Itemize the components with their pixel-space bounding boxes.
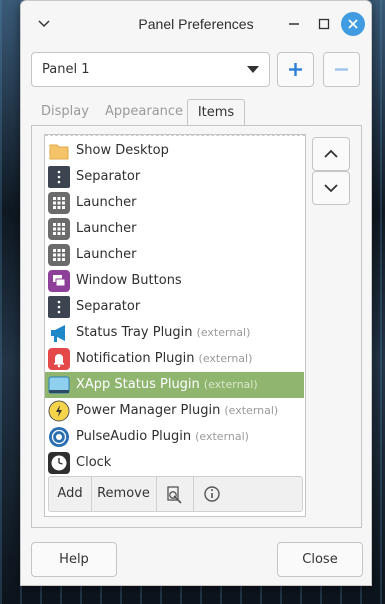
power-icon [48, 400, 70, 422]
move-up-button[interactable] [312, 137, 350, 171]
window-buttons-icon [48, 270, 70, 292]
bell-icon [48, 348, 70, 370]
list-item-label: Power Manager Plugin [76, 403, 221, 418]
list-item[interactable]: PulseAudio Plugin (external) [45, 424, 304, 450]
titlebar: Panel Preferences [21, 1, 371, 47]
remove-item-button[interactable]: Remove [91, 477, 157, 511]
items-tab-panel: Show Desktop Separator Launcher Launcher Lau… [31, 125, 362, 528]
list-item-label: Status Tray Plugin [76, 325, 193, 340]
chevron-up-icon [324, 149, 338, 158]
list-item[interactable]: Clock [45, 450, 304, 476]
list-item-external-tag: (external) [198, 352, 253, 365]
info-icon [204, 486, 220, 502]
list-item[interactable]: Launcher [45, 190, 304, 216]
items-toolbar: Add Remove [48, 476, 303, 512]
list-item[interactable]: Separator [45, 164, 304, 190]
list-item-label: Separator [76, 299, 141, 314]
list-item[interactable]: Window Buttons [45, 268, 304, 294]
separator-icon [48, 166, 70, 188]
minus-icon [335, 68, 348, 71]
list-item-label: Separator [76, 169, 141, 184]
list-item-label: Notification Plugin [76, 351, 195, 366]
launcher-icon [48, 192, 70, 214]
list-item-label: PulseAudio Plugin [76, 429, 192, 444]
chevron-down-icon [324, 184, 338, 193]
maximize-button[interactable] [313, 13, 335, 35]
list-item[interactable]: Launcher [45, 216, 304, 242]
minimize-button[interactable] [283, 13, 305, 35]
list-item[interactable]: XApp Status Plugin (external) [45, 372, 304, 398]
maximize-icon [318, 18, 330, 30]
edit-item-button[interactable] [156, 477, 194, 511]
clock-icon [48, 452, 70, 474]
list-item[interactable]: Notification Plugin (external) [45, 346, 304, 372]
launcher-icon [48, 244, 70, 266]
panel-preferences-window: Panel Preferences Panel 1 Display Appear… [20, 0, 372, 586]
megaphone-icon [48, 322, 70, 344]
list-item-label: Launcher [76, 221, 137, 236]
plus-icon [289, 63, 302, 76]
close-window-button[interactable] [341, 12, 365, 36]
list-item[interactable]: Show Desktop [45, 138, 304, 164]
list-item-external-tag: (external) [195, 430, 249, 443]
edit-item-icon [167, 486, 182, 504]
list-item-label: Window Buttons [76, 273, 182, 288]
audio-icon [48, 426, 70, 448]
list-item[interactable]: Status Tray Plugin (external) [45, 320, 304, 346]
list-item-external-tag: (external) [203, 378, 258, 391]
add-panel-button[interactable] [277, 52, 314, 87]
panel-select-value: Panel 1 [42, 62, 90, 77]
list-item-external-tag: (external) [196, 326, 251, 339]
list-item[interactable]: Power Manager Plugin (external) [45, 398, 304, 424]
list-item-label: Show Desktop [76, 143, 169, 158]
list-item[interactable]: Separator [45, 294, 304, 320]
panel-select[interactable]: Panel 1 [31, 52, 270, 87]
help-button[interactable]: Help [31, 542, 117, 577]
about-item-button[interactable] [193, 477, 231, 511]
tab-items[interactable]: Items [187, 99, 245, 126]
tab-appearance[interactable]: Appearance [105, 99, 183, 125]
tab-display[interactable]: Display [41, 99, 89, 125]
list-item-label: Clock [76, 455, 112, 470]
list-item-label: XApp Status Plugin [76, 377, 200, 392]
items-list-frame: Show Desktop Separator Launcher Launcher Lau… [44, 134, 306, 517]
list-item-label: Launcher [76, 195, 137, 210]
xapp-status-icon [48, 374, 70, 396]
close-button[interactable]: Close [277, 542, 363, 577]
launcher-icon [48, 218, 70, 240]
list-item-label: Launcher [76, 247, 137, 262]
separator-icon [48, 296, 70, 318]
items-list: Show Desktop Separator Launcher Launcher Lau… [45, 135, 305, 474]
remove-panel-button[interactable] [323, 52, 360, 87]
folder-icon [48, 140, 70, 162]
minimize-icon [289, 23, 299, 25]
dropdown-arrow-icon [247, 66, 259, 73]
list-item[interactable]: Launcher [45, 242, 304, 268]
list-item-external-tag: (external) [224, 404, 279, 417]
close-icon [348, 19, 358, 29]
add-item-button[interactable]: Add [49, 477, 92, 511]
move-down-button[interactable] [312, 171, 350, 205]
